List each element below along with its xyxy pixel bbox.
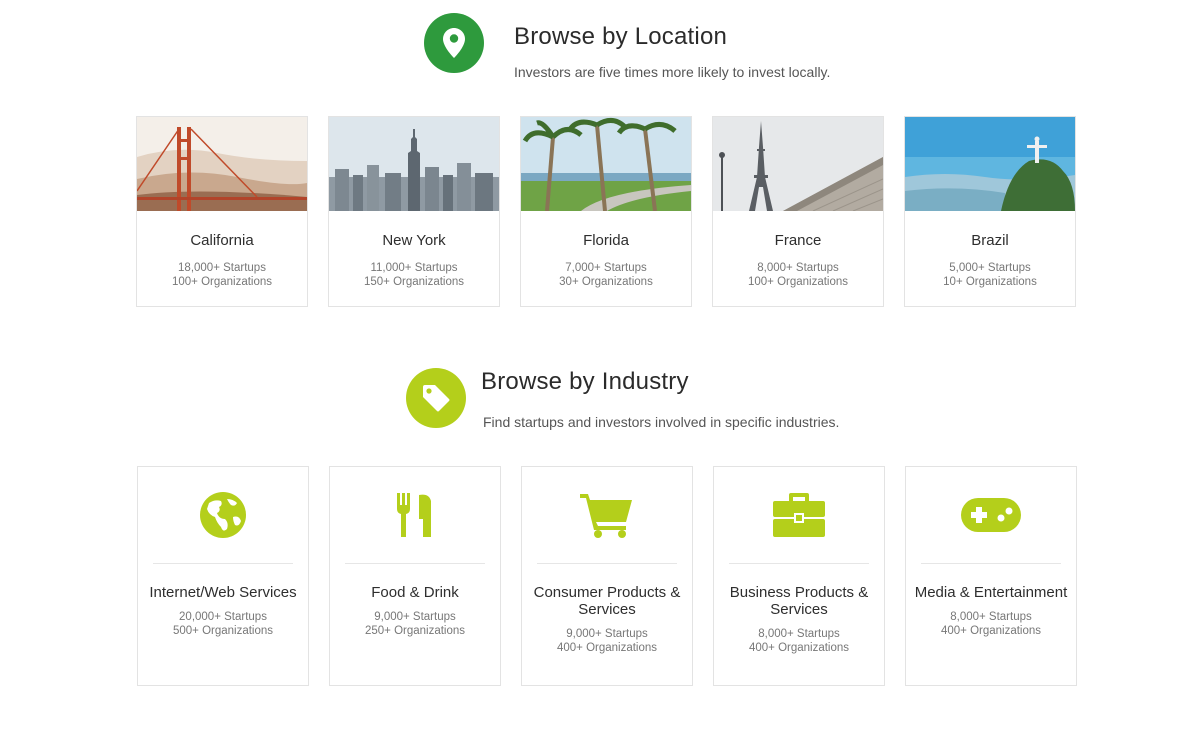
card-divider <box>729 563 869 564</box>
startup-count: 5,000+ Startups <box>949 262 1031 274</box>
industry-card-list: Internet/Web Services 20,000+ Startups 5… <box>137 466 1077 686</box>
industry-name: Consumer Products & Services <box>533 584 681 618</box>
organization-count: 250+ Organizations <box>364 625 466 637</box>
gamepad-icon <box>961 498 1021 532</box>
shopping-cart-icon <box>580 494 632 538</box>
organization-count: 500+ Organizations <box>172 625 274 637</box>
industry-subtitle: Find startups and investors involved in … <box>483 414 840 430</box>
palm-tree-path-photo <box>521 117 691 211</box>
startup-count: 7,000+ Startups <box>565 262 647 274</box>
industry-card-business-products-services[interactable]: Business Products & Services 8,000+ Star… <box>713 466 885 686</box>
organization-count: 100+ Organizations <box>747 276 849 288</box>
card-divider <box>153 563 293 564</box>
industry-card-consumer-products-services[interactable]: Consumer Products & Services 9,000+ Star… <box>521 466 693 686</box>
industry-name: Business Products & Services <box>729 584 869 618</box>
location-card-brazil[interactable]: Brazil 5,000+ Startups 10+ Organizations <box>904 116 1076 307</box>
industry-name: Media & Entertainment <box>914 584 1068 601</box>
manhattan-skyline-photo <box>329 117 499 211</box>
briefcase-icon <box>773 493 825 537</box>
eiffel-tower-photo <box>713 117 883 211</box>
location-subtitle: Investors are five times more likely to … <box>514 64 831 80</box>
startup-count: 8,000+ Startups <box>758 628 840 640</box>
card-divider <box>537 563 677 564</box>
organization-count: 400+ Organizations <box>748 642 850 654</box>
location-card-list: California 18,000+ Startups 100+ Organiz… <box>136 116 1076 307</box>
golden-gate-bridge-photo <box>137 117 307 211</box>
tag-icon <box>406 368 466 428</box>
industry-section-header: Browse by Industry Find startups and inv… <box>406 368 839 430</box>
startup-count: 20,000+ Startups <box>179 611 267 623</box>
organization-count: 10+ Organizations <box>943 276 1037 288</box>
industry-card-media-entertainment[interactable]: Media & Entertainment 8,000+ Startups 40… <box>905 466 1077 686</box>
location-name: Florida <box>583 232 629 249</box>
industry-card-internet-web-services[interactable]: Internet/Web Services 20,000+ Startups 5… <box>137 466 309 686</box>
fork-knife-icon <box>397 493 431 537</box>
card-divider <box>345 563 485 564</box>
organization-count: 400+ Organizations <box>940 625 1042 637</box>
organization-count: 30+ Organizations <box>559 276 653 288</box>
location-card-florida[interactable]: Florida 7,000+ Startups 30+ Organization… <box>520 116 692 307</box>
location-name: New York <box>382 232 446 249</box>
industry-title: Browse by Industry <box>481 368 689 395</box>
industry-name: Internet/Web Services <box>149 584 297 601</box>
startup-count: 18,000+ Startups <box>178 262 266 274</box>
map-pin-icon <box>424 13 484 73</box>
startup-count: 8,000+ Startups <box>757 262 839 274</box>
location-card-france[interactable]: France 8,000+ Startups 100+ Organization… <box>712 116 884 307</box>
startup-count: 8,000+ Startups <box>950 611 1032 623</box>
startup-count: 9,000+ Startups <box>374 611 456 623</box>
location-section-header: Browse by Location Investors are five ti… <box>424 13 830 80</box>
industry-card-food-drink[interactable]: Food & Drink 9,000+ Startups 250+ Organi… <box>329 466 501 686</box>
organization-count: 150+ Organizations <box>363 276 465 288</box>
industry-name: Food & Drink <box>371 584 459 601</box>
location-card-new-york[interactable]: New York 11,000+ Startups 150+ Organizat… <box>328 116 500 307</box>
location-name: France <box>774 232 822 249</box>
card-divider <box>921 563 1061 564</box>
globe-icon <box>200 492 246 538</box>
location-name: California <box>190 232 254 249</box>
startup-count: 11,000+ Startups <box>370 262 458 274</box>
location-name: Brazil <box>971 232 1009 249</box>
startup-count: 9,000+ Startups <box>566 628 648 640</box>
location-title: Browse by Location <box>514 23 728 50</box>
christ-the-redeemer-photo <box>905 117 1075 211</box>
location-card-california[interactable]: California 18,000+ Startups 100+ Organiz… <box>136 116 308 307</box>
organization-count: 100+ Organizations <box>171 276 273 288</box>
organization-count: 400+ Organizations <box>556 642 658 654</box>
